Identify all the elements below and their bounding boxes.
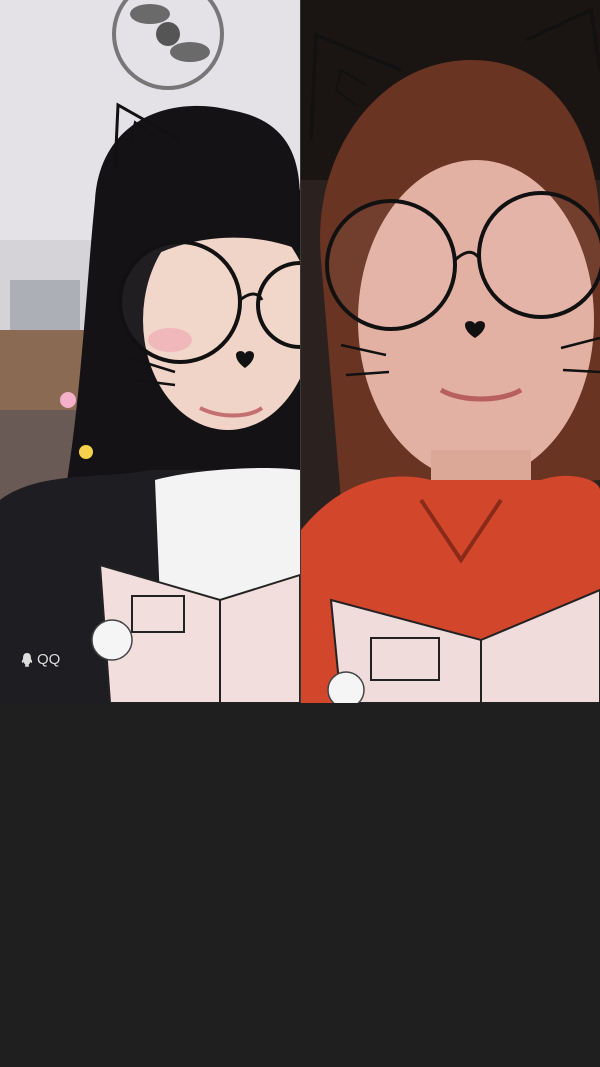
left-video-frame — [0, 0, 300, 703]
right-video-frame — [301, 0, 600, 703]
left-video-feed[interactable]: QQ — [0, 0, 300, 703]
call-bottom-area — [0, 703, 600, 1067]
qq-penguin-icon — [20, 652, 34, 668]
qq-watermark: QQ — [20, 651, 60, 668]
qq-watermark-label: QQ — [37, 651, 61, 668]
right-video-feed[interactable] — [301, 0, 600, 703]
